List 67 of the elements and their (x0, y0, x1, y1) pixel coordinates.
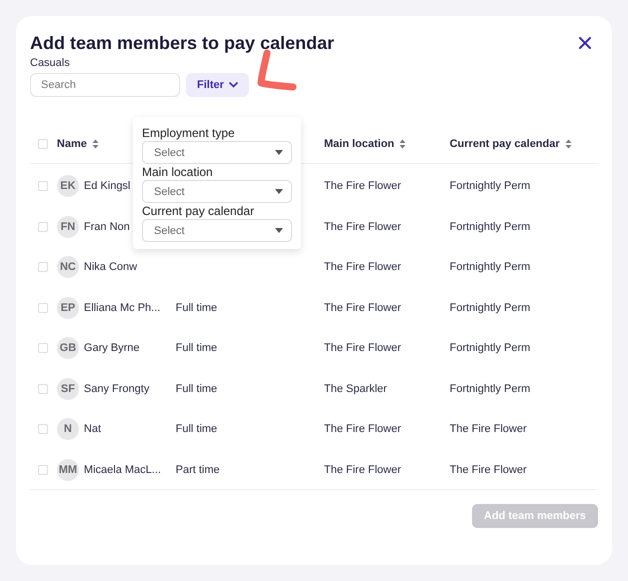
avatar: GB (56, 337, 79, 360)
table-cell: The Fire Flower (324, 180, 402, 192)
field-label: Employment type (142, 126, 236, 141)
name-cell: Gary Byrne (84, 342, 140, 354)
table-cell: The Fire Flower (324, 220, 402, 233)
dropdown-arrow-icon (275, 189, 283, 194)
table-cell: The Fire Flower (450, 464, 527, 476)
select-field[interactable]: Select (142, 180, 292, 203)
name-cell: Fran Non (84, 220, 130, 233)
name-cell: Nika Conw (84, 261, 138, 274)
table-cell: The Fire Flower (324, 302, 402, 314)
avatar: FN (56, 216, 79, 238)
filter-button[interactable]: Filter (186, 73, 249, 97)
table-cell: Fortnightly Perm (450, 382, 530, 395)
row-checkbox[interactable] (38, 181, 48, 192)
row-checkbox[interactable] (38, 424, 48, 434)
avatar: SF (56, 378, 79, 400)
row-checkbox[interactable] (38, 343, 48, 354)
name-cell: Ed Kingsl (84, 180, 130, 192)
table-cell: Fortnightly Perm (450, 180, 530, 192)
table-cell: Full time (176, 423, 218, 436)
table-cell: The Fire Flower (324, 342, 402, 354)
column-header[interactable]: Main location (324, 138, 394, 150)
row-checkbox[interactable] (38, 384, 48, 394)
sort-icon[interactable] (399, 139, 406, 149)
dialog-subtitle: Casuals (30, 57, 71, 69)
table-cell: Full time (176, 342, 218, 354)
chevron-down-icon (228, 82, 238, 88)
field-label: Main location (142, 165, 214, 180)
dropdown-arrow-icon (275, 228, 283, 233)
sort-icon[interactable] (92, 139, 99, 149)
avatar: N (56, 418, 79, 440)
table-cell: Fortnightly Perm (450, 261, 530, 274)
search-field[interactable]: Search (30, 73, 180, 97)
table-cell: The Fire Flower (324, 261, 402, 274)
select-field[interactable]: Select (142, 219, 292, 242)
row-checkbox[interactable] (38, 222, 48, 232)
name-cell: Nat (84, 423, 102, 436)
avatar: MM (56, 458, 79, 481)
dropdown-arrow-icon (275, 150, 283, 155)
dialog-title: Add team members to pay calendar (30, 32, 334, 54)
column-header[interactable]: Name (56, 138, 87, 150)
table-cell: Part time (176, 464, 220, 476)
table-cell: The Fire Flower (324, 464, 402, 476)
select-all-checkbox[interactable] (38, 139, 48, 149)
table-cell: Fortnightly Perm (450, 220, 530, 233)
table-cell: The Sparkler (324, 382, 387, 395)
table-cell: The Fire Flower (324, 423, 402, 436)
table-cell: Full time (176, 302, 218, 314)
sort-icon[interactable] (564, 139, 572, 149)
field-label: Current pay calendar (142, 204, 256, 219)
avatar: EK (56, 175, 79, 198)
row-checkbox[interactable] (38, 302, 48, 313)
name-cell: Sany Frongty (84, 382, 150, 395)
table-cell: Fortnightly Perm (450, 302, 530, 314)
avatar: NC (56, 256, 79, 278)
row-checkbox[interactable] (38, 262, 48, 272)
table-cell: Full time (176, 382, 218, 395)
name-cell: Micaela MacL... (84, 464, 161, 476)
close-icon (579, 37, 591, 49)
table-cell: The Fire Flower (450, 423, 527, 436)
avatar: EP (56, 296, 79, 319)
select-field[interactable]: Select (142, 141, 292, 164)
table-cell: Fortnightly Perm (450, 342, 530, 354)
column-header[interactable]: Current pay calendar (450, 138, 560, 150)
row-checkbox[interactable] (38, 464, 48, 475)
name-cell: Elliana Mc Ph... (84, 302, 160, 314)
